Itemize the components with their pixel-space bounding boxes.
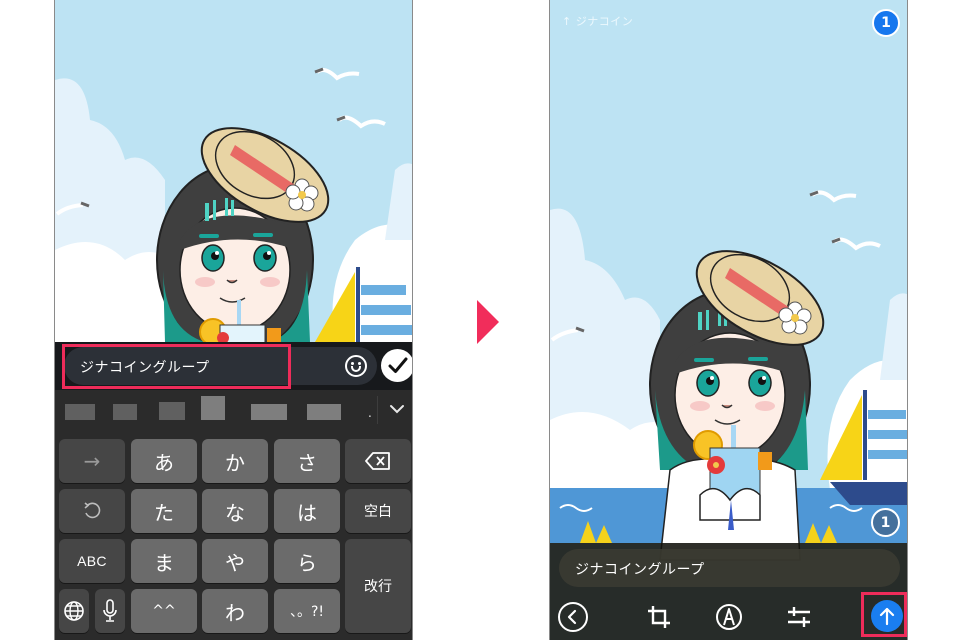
key-emoticon[interactable]: ^^: [131, 589, 197, 633]
key-label: あ: [154, 450, 174, 475]
triangle-right-icon: [477, 300, 499, 344]
suggestion-candidate[interactable]: [159, 402, 185, 420]
key-space[interactable]: 空白: [345, 489, 411, 533]
suggestion-bar: .: [55, 390, 412, 432]
microphone-icon: [102, 599, 118, 623]
key-a[interactable]: あ: [131, 439, 197, 483]
key-wa[interactable]: わ: [202, 589, 268, 633]
reply-target-label: ↑ ジナコイン: [562, 15, 634, 28]
backspace-icon: [365, 452, 391, 470]
key-na[interactable]: な: [202, 489, 268, 533]
phone-screen-caption-editing: ジナコイングループ . → あ か さた な は 空白 ABC ま や ら改行 ^^ わ 、。?!: [54, 0, 413, 640]
key-globe[interactable]: [59, 589, 89, 633]
caption-field[interactable]: ジナコイングループ: [559, 549, 900, 587]
suggestion-candidate[interactable]: [251, 404, 287, 420]
caption-edit-bar: ジナコイングループ: [55, 342, 412, 390]
image-select-index[interactable]: 1: [871, 508, 900, 537]
key-label: ら: [297, 550, 317, 575]
crop-icon: [648, 606, 670, 628]
key-ra[interactable]: ら: [274, 539, 340, 583]
key-ka[interactable]: か: [202, 439, 268, 483]
crop-button[interactable]: [642, 600, 676, 634]
key-sa[interactable]: さ: [274, 439, 340, 483]
chevron-down-icon: [390, 405, 404, 414]
key-label: な: [225, 500, 245, 525]
adjust-button[interactable]: [782, 600, 816, 634]
key-mic[interactable]: [95, 589, 125, 633]
key-label: わ: [225, 600, 245, 625]
key-ma[interactable]: ま: [131, 539, 197, 583]
chevron-left-circle-icon: [558, 602, 588, 632]
key-label: た: [154, 500, 174, 525]
key-abc[interactable]: ABC: [59, 539, 125, 583]
key-label: 、。?!: [289, 604, 325, 620]
key-label: さ: [297, 450, 317, 475]
key-label: 改行: [364, 579, 392, 595]
key-label: 空白: [364, 504, 392, 520]
undo-icon: [82, 501, 102, 521]
key-punctuation[interactable]: 、。?!: [274, 589, 340, 633]
done-button[interactable]: [381, 349, 412, 382]
selected-count-badge[interactable]: 1: [872, 9, 900, 37]
pen-icon: [716, 604, 742, 630]
suggestion-candidate[interactable]: [113, 404, 137, 420]
key-ha[interactable]: は: [274, 489, 340, 533]
arrow-up-icon: [879, 607, 895, 626]
divider: [377, 396, 378, 424]
suggestion-candidate[interactable]: [201, 396, 225, 420]
suggestion-candidate[interactable]: [307, 404, 341, 420]
japanese-flick-keyboard: → あ か さた な は 空白 ABC ま や ら改行 ^^ わ 、。?!: [55, 432, 412, 640]
phone-screen-send-preview: ↑ ジナコイン 1 1 ジナコイングループ: [549, 0, 908, 640]
key-label: や: [225, 550, 245, 575]
send-button[interactable]: [871, 600, 903, 632]
key-label: ^^: [152, 603, 176, 619]
collapse-suggestions-button[interactable]: [386, 398, 408, 420]
globe-icon: [63, 600, 85, 622]
caption-field-value: ジナコイングループ: [575, 562, 705, 578]
key-label: →: [83, 449, 101, 473]
suggestion-dot: .: [368, 406, 372, 420]
illustration-art: [55, 0, 412, 342]
key-ya[interactable]: や: [202, 539, 268, 583]
key-label: ま: [154, 550, 174, 575]
suggestion-candidate[interactable]: [65, 404, 95, 420]
smiley-icon[interactable]: [345, 355, 367, 377]
key-label: か: [225, 450, 245, 475]
caption-input[interactable]: ジナコイングループ: [64, 347, 377, 385]
sliders-icon: [788, 607, 810, 627]
key-ta[interactable]: た: [131, 489, 197, 533]
key-label: は: [297, 500, 317, 525]
checkmark-icon: [388, 357, 408, 373]
key-label: ABC: [77, 553, 107, 569]
key-next[interactable]: →: [59, 439, 125, 483]
back-button[interactable]: [556, 600, 590, 634]
key-undo[interactable]: [59, 489, 125, 533]
draw-button[interactable]: [712, 600, 746, 634]
key-backspace[interactable]: [345, 439, 411, 483]
caption-input-value: ジナコイングループ: [80, 360, 210, 376]
key-return[interactable]: 改行: [345, 539, 411, 633]
